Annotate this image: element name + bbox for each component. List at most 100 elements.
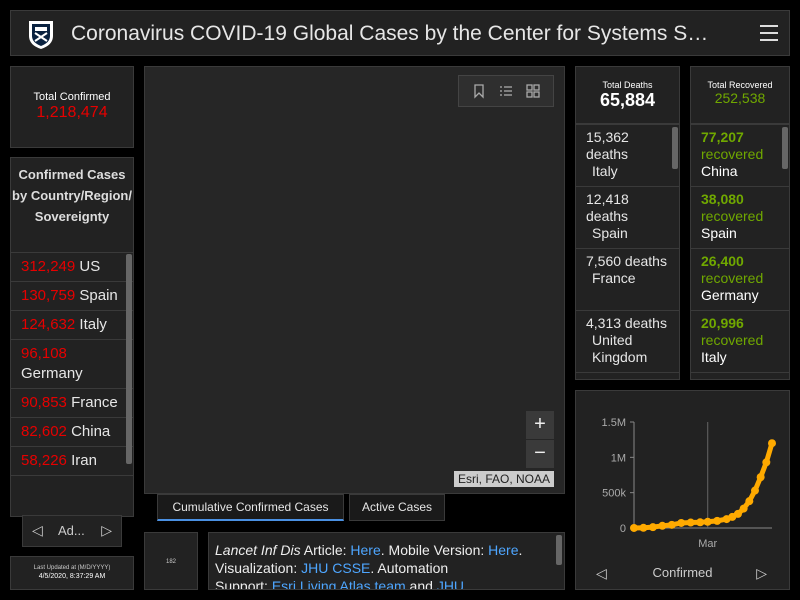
last-updated-label: Last Updated at (M/D/YYYY)	[33, 565, 111, 571]
deaths-list-scrollbar[interactable]	[672, 127, 678, 169]
country-list-heading: Confirmed Cases by Country/Region/ Sover…	[11, 158, 133, 253]
country-name: Iran	[71, 452, 97, 469]
country-case-count: 82,602	[21, 423, 67, 440]
journal-name: Lancet Inf Dis	[215, 542, 301, 558]
recovered-word: recovered	[701, 146, 764, 162]
series-line	[631, 440, 775, 531]
total-deaths-value: 65,884	[599, 90, 656, 110]
info-scrollbar[interactable]	[556, 535, 562, 565]
info-text: . Automation	[370, 560, 449, 576]
country-list-item[interactable]: 96,108 Germany	[11, 340, 133, 389]
total-deaths-label: Total Deaths	[602, 80, 653, 90]
death-count: 15,362 deaths	[586, 129, 629, 162]
jhu-link[interactable]: JHU	[437, 578, 464, 589]
deaths-list-panel: 15,362 deaths Italy 12,418 deaths Spain 7,…	[575, 124, 680, 380]
chart-next-arrow-icon[interactable]: ▷	[756, 565, 767, 582]
country-name: Italy	[79, 316, 107, 333]
last-updated-panel: Last Updated at (M/D/YYYY) 4/5/2020, 8:3…	[10, 556, 134, 590]
article-link[interactable]: Here	[350, 542, 380, 558]
recovered-list-item[interactable]: 20,996 recovered Italy	[691, 311, 789, 373]
map-attribution: Esri, FAO, NOAA	[453, 471, 554, 487]
jhu-csse-link[interactable]: JHU CSSE	[301, 560, 370, 576]
info-line-2: Visualization: JHU CSSE. Automation	[215, 559, 550, 577]
recovered-count: 77,207	[701, 129, 744, 145]
country-list-item[interactable]: 130,759 Spain	[11, 282, 133, 311]
tab-cumulative-confirmed[interactable]: Cumulative Confirmed Cases	[157, 494, 344, 521]
legend-list-icon[interactable]	[498, 83, 514, 99]
country-list-item[interactable]: 82,602 China	[11, 418, 133, 447]
death-country: Spain	[592, 225, 628, 241]
prev-page-arrow-icon[interactable]: ◁	[32, 522, 43, 539]
country-name: US	[79, 258, 101, 275]
country-list-scrollbar[interactable]	[126, 254, 132, 464]
map-toolbar	[458, 75, 554, 107]
recovered-list-item[interactable]: 26,400 recovered Germany	[691, 249, 789, 311]
total-confirmed-panel: Total Confirmed 1,218,474	[10, 66, 134, 148]
deaths-list-item[interactable]: 15,362 deaths Italy	[576, 125, 679, 187]
info-text: Support:	[215, 578, 272, 590]
deaths-list-item[interactable]: 7,560 deaths France	[576, 249, 679, 311]
recovered-list-item[interactable]: 38,080 recovered Spain	[691, 187, 789, 249]
bookmark-icon[interactable]	[471, 83, 487, 99]
esri-link[interactable]: Esri Living Atlas team	[272, 578, 406, 589]
y-tick-label: 0	[620, 523, 626, 535]
next-page-arrow-icon[interactable]: ▷	[101, 522, 112, 539]
country-list-item[interactable]: 312,249 US	[11, 253, 133, 282]
chart-nav: ◁ Confirmed ▷	[576, 561, 789, 589]
deaths-list-item[interactable]: 12,418 deaths Spain	[576, 187, 679, 249]
confirmed-chart-panel: 1.5M 1M 500k 0 Mar ◁ Confirmed ▷	[575, 390, 790, 590]
total-confirmed-value: 1,218,474	[36, 104, 108, 121]
country-list-panel: Confirmed Cases by Country/Region/ Sover…	[10, 157, 134, 517]
last-updated-value: 4/5/2020, 8:37:29 AM	[38, 573, 106, 580]
country-case-count: 130,759	[21, 287, 76, 304]
basemap-gallery-icon[interactable]	[525, 83, 541, 99]
recovered-country: Spain	[701, 225, 737, 241]
country-list-item[interactable]: 58,226 Iran	[11, 447, 133, 476]
info-text: and	[405, 578, 437, 590]
country-list-item[interactable]: 90,853 France	[11, 389, 133, 418]
recovered-list-item[interactable]: 77,207 recovered China	[691, 125, 789, 187]
recovered-list-panel: 77,207 recovered China 38,080 recovered Spai…	[690, 124, 790, 380]
recovered-word: recovered	[701, 270, 764, 286]
thumbnail-panel[interactable]: 182	[144, 532, 198, 590]
info-text: Article:	[300, 542, 351, 558]
deaths-list-item[interactable]: 4,313 deaths United Kingdom	[576, 311, 679, 373]
total-confirmed-label: Total Confirmed	[33, 91, 111, 103]
recovered-word: recovered	[701, 208, 764, 224]
jhu-shield-icon	[29, 21, 53, 49]
country-case-count: 312,249	[21, 258, 76, 275]
recovered-country: Italy	[701, 349, 727, 365]
recovered-list-scrollbar[interactable]	[782, 127, 788, 169]
total-recovered-panel: Total Recovered 252,538	[690, 66, 790, 124]
country-case-count: 58,226	[21, 452, 67, 469]
death-country: France	[592, 270, 636, 286]
mobile-version-link[interactable]: Here	[488, 542, 518, 558]
info-panel: Lancet Inf Dis Article: Here. Mobile Ver…	[208, 532, 565, 590]
info-line-3: Support: Esri Living Atlas team and JHU	[215, 577, 550, 590]
thumbnail-label: 182	[165, 559, 176, 565]
zoom-out-button[interactable]: −	[526, 440, 554, 468]
country-list-item[interactable]: 124,632 Italy	[11, 311, 133, 340]
page-title: Coronavirus COVID-19 Global Cases by the…	[71, 22, 709, 45]
death-country: United Kingdom	[592, 332, 648, 365]
country-list-pager: ◁ Ad... ▷	[22, 515, 122, 547]
tab-active-cases[interactable]: Active Cases	[349, 494, 445, 521]
x-tick-label: Mar	[698, 538, 717, 550]
recovered-country: China	[701, 163, 738, 179]
country-name: Germany	[21, 365, 83, 382]
confirmed-chart[interactable]: 1.5M 1M 500k 0 Mar	[576, 391, 789, 561]
map-view[interactable]: + − Esri, FAO, NOAA	[144, 66, 565, 494]
zoom-in-button[interactable]: +	[526, 411, 554, 439]
country-case-count: 124,632	[21, 316, 76, 333]
total-deaths-panel: Total Deaths 65,884	[575, 66, 680, 124]
death-count: 7,560 deaths	[586, 253, 667, 269]
pager-label[interactable]: Ad...	[58, 523, 85, 538]
info-line-1: Lancet Inf Dis Article: Here. Mobile Ver…	[215, 541, 550, 559]
death-count: 4,313 deaths	[586, 315, 667, 331]
recovered-word: recovered	[701, 332, 764, 348]
info-text: . Mobile Version:	[380, 542, 489, 558]
death-country: Italy	[592, 163, 618, 179]
total-recovered-label: Total Recovered	[707, 80, 773, 90]
death-count: 12,418 deaths	[586, 191, 629, 224]
hamburger-menu-icon[interactable]	[760, 25, 778, 41]
